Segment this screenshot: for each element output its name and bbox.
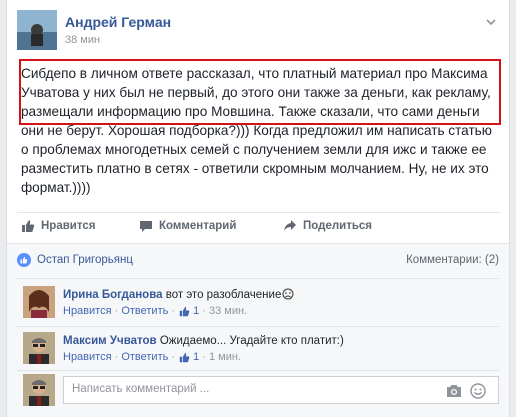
comment-reply-link[interactable]: Ответить bbox=[121, 305, 168, 317]
comment-input[interactable] bbox=[72, 383, 432, 395]
post-card: Андрей Герман 38 мин Сибдепо в личном от… bbox=[6, 0, 510, 417]
comment-like-link[interactable]: Нравится bbox=[63, 351, 112, 363]
thumbs-up-icon bbox=[179, 352, 190, 362]
commenter-name[interactable]: Ирина Богданова bbox=[63, 289, 163, 301]
like-button[interactable]: Нравится bbox=[21, 219, 95, 233]
sad-emoji-icon bbox=[282, 288, 294, 300]
commenter-avatar[interactable] bbox=[23, 332, 55, 364]
share-icon bbox=[284, 220, 296, 231]
comment-text: вот это разоблачение bbox=[165, 289, 282, 301]
comment-meta: Нравится · Ответить · 1 · 33 мин. bbox=[63, 305, 248, 317]
comment-input-box bbox=[63, 376, 499, 404]
commenter-name[interactable]: Максим Учватов bbox=[63, 335, 157, 347]
divider bbox=[17, 278, 499, 279]
emoji-icon[interactable] bbox=[470, 383, 486, 399]
post-time[interactable]: 38 мин bbox=[65, 34, 100, 46]
like-label: Нравится bbox=[41, 220, 96, 232]
post-header: Андрей Герман 38 мин bbox=[17, 10, 497, 52]
thumbs-up-icon bbox=[22, 220, 35, 232]
commenter-avatar[interactable] bbox=[23, 286, 55, 318]
like-badge-icon bbox=[17, 253, 31, 267]
divider bbox=[17, 370, 499, 371]
divider bbox=[17, 326, 499, 327]
thumbs-up-icon bbox=[179, 306, 190, 316]
comment-meta: Нравится · Ответить · 1 · 1 мин. bbox=[63, 351, 242, 363]
comment-body: Максим Учватов Ожидаемо... Угадайте кто … bbox=[63, 334, 493, 349]
comment-label: Комментарий bbox=[159, 220, 237, 232]
likes-row: Остап Григорьянц Комментарии: (2) bbox=[17, 251, 499, 273]
comment-button[interactable]: Комментарий bbox=[139, 219, 236, 233]
chevron-down-icon[interactable] bbox=[485, 16, 497, 28]
comments-section: Остап Григорьянц Комментарии: (2) Ирина … bbox=[7, 243, 509, 417]
camera-icon[interactable] bbox=[446, 384, 462, 398]
post-actions: Нравится Комментарий Поделиться bbox=[17, 212, 501, 242]
author-avatar[interactable] bbox=[17, 10, 57, 50]
comments-count[interactable]: Комментарии: (2) bbox=[406, 254, 499, 266]
comment-text: Ожидаемо... Угадайте кто платит:) bbox=[159, 335, 344, 347]
highlight-box bbox=[19, 59, 501, 125]
comment-like-count[interactable]: 1 bbox=[193, 351, 199, 363]
my-avatar bbox=[23, 374, 55, 406]
comment-composer bbox=[23, 374, 499, 408]
share-label: Поделиться bbox=[303, 220, 373, 232]
comment-time[interactable]: 33 мин. bbox=[209, 305, 247, 317]
likers-link[interactable]: Остап Григорьянц bbox=[37, 254, 133, 266]
comment-reply-link[interactable]: Ответить bbox=[121, 351, 168, 363]
comment-like-count[interactable]: 1 bbox=[193, 305, 199, 317]
comment-icon bbox=[140, 221, 152, 232]
comment-body: Ирина Богданова вот это разоблачение bbox=[63, 288, 493, 303]
comment-like-link[interactable]: Нравится bbox=[63, 305, 112, 317]
share-button[interactable]: Поделиться bbox=[283, 219, 372, 233]
author-name[interactable]: Андрей Герман bbox=[65, 14, 171, 30]
comment-time[interactable]: 1 мин. bbox=[209, 351, 241, 363]
